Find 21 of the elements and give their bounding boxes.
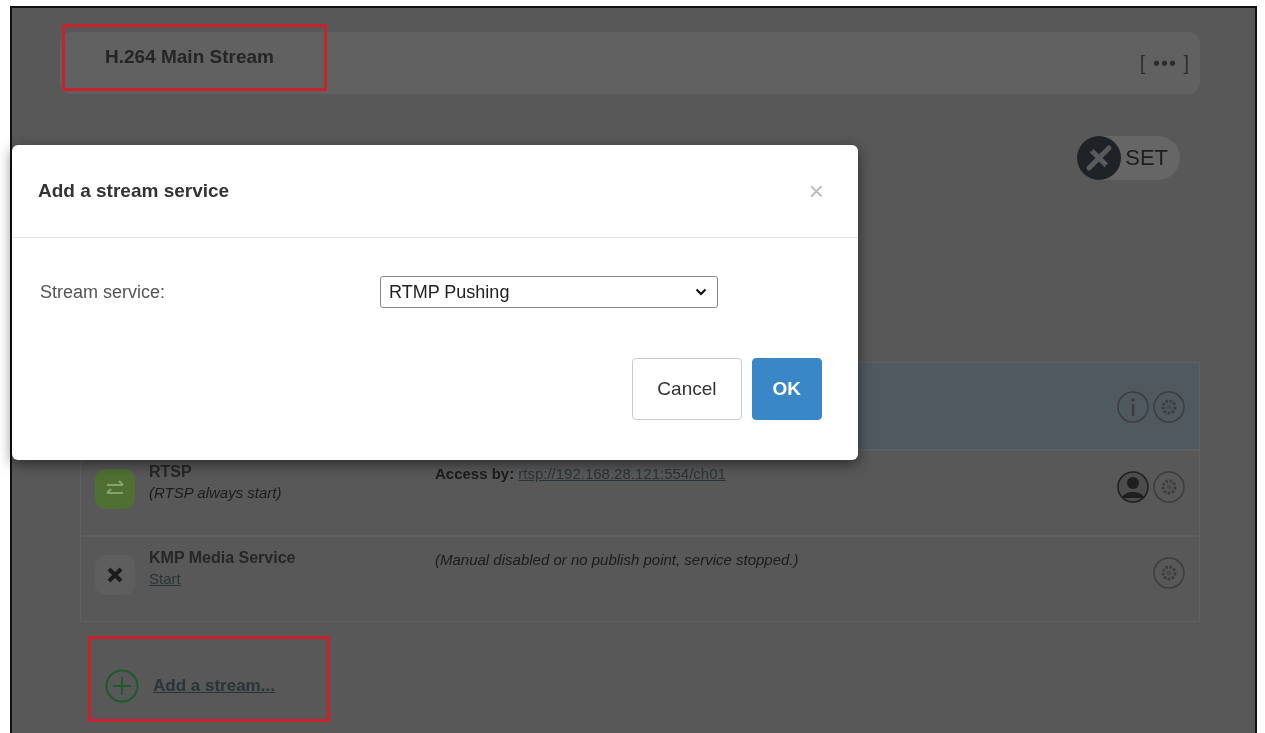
cross-icon bbox=[95, 555, 135, 595]
cancel-button[interactable]: Cancel bbox=[632, 358, 742, 420]
stream-service-select[interactable]: RTMP Pushing bbox=[380, 276, 718, 308]
dialog-title: Add a stream service bbox=[38, 180, 230, 202]
service-note: (RTSP always start) bbox=[149, 484, 282, 501]
user-icon[interactable] bbox=[1117, 471, 1149, 503]
gear-icon[interactable] bbox=[1153, 471, 1185, 503]
gear-icon[interactable] bbox=[1153, 557, 1185, 589]
set-button[interactable]: SET bbox=[1077, 136, 1180, 180]
ok-button[interactable]: OK bbox=[751, 358, 822, 420]
arrows-icon bbox=[95, 469, 135, 509]
panel-title: H.264 Main Stream bbox=[62, 23, 327, 91]
caret-icon bbox=[695, 288, 707, 296]
access-label: Access by: bbox=[435, 465, 515, 482]
plus-icon[interactable] bbox=[105, 669, 139, 703]
close-button[interactable]: × bbox=[808, 175, 824, 207]
info-icon[interactable] bbox=[1117, 391, 1149, 423]
more-button[interactable]: [ ••• ] bbox=[1139, 51, 1190, 75]
gear-icon[interactable] bbox=[1153, 391, 1185, 423]
status-message: (Manual disabled or no publish point, service stopped.) bbox=[435, 551, 799, 568]
field-label: Stream service: bbox=[40, 281, 167, 303]
